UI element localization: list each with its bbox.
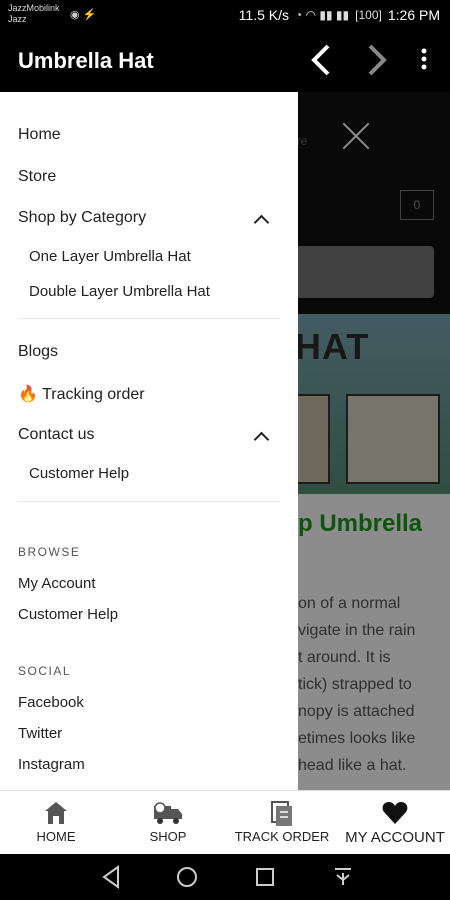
menu-item-home[interactable]: Home	[18, 126, 61, 144]
section-title-browse: BROWSE	[18, 545, 81, 559]
bottom-nav-track-order[interactable]: TRACK ORDER	[224, 791, 340, 855]
menu-item-contact-us[interactable]: Contact us	[18, 426, 94, 444]
menu-item-facebook[interactable]: Facebook	[18, 694, 84, 711]
bottom-navigation: HOME SHOP TRACK ORDER MY ACCOUNT	[0, 790, 450, 854]
navigation-drawer: Home Store Shop by Category One Layer Um…	[0, 92, 298, 790]
menu-item-instagram[interactable]: Instagram	[18, 756, 85, 773]
system-navigation-bar	[0, 854, 450, 900]
chevron-up-icon[interactable]	[254, 430, 268, 444]
notification-icons: ◉ ⚡	[70, 9, 97, 21]
system-back-icon[interactable]	[98, 864, 124, 890]
menu-item-my-account[interactable]: My Account	[18, 575, 96, 592]
menu-item-customer-help[interactable]: Customer Help	[18, 606, 118, 623]
forward-arrow-icon[interactable]	[364, 40, 390, 89]
bottom-nav-home[interactable]: HOME	[0, 791, 112, 855]
clock: 1:26 PM	[387, 7, 440, 23]
notification-pull-down-icon[interactable]	[330, 864, 356, 890]
menu-item-store[interactable]: Store	[18, 168, 56, 186]
status-indicators: 11.5 K/s ◔ ◠ ▮▮ ▮▮ [100] 1:26 PM	[239, 7, 440, 23]
chevron-up-icon[interactable]	[254, 213, 268, 227]
status-bar: JazzMobilink Jazz ◉ ⚡ 11.5 K/s ◔ ◠ ▮▮ ▮▮…	[0, 0, 450, 32]
system-home-icon[interactable]	[174, 864, 200, 890]
truck-icon	[154, 802, 182, 824]
signal-icons: ◔ ◠ ▮▮ ▮▮	[295, 8, 350, 22]
menu-item-shop-by-category[interactable]: Shop by Category	[18, 209, 146, 227]
network-speed: 11.5 K/s	[238, 7, 289, 23]
carrier-name: JazzMobilink Jazz	[8, 3, 60, 24]
system-recents-icon[interactable]	[252, 864, 278, 890]
app-title: Umbrella Hat	[18, 48, 154, 73]
menu-item-blogs[interactable]: Blogs	[18, 343, 58, 361]
battery-icon: [100]	[355, 8, 382, 22]
fire-icon: 🔥	[18, 386, 38, 403]
menu-item-twitter[interactable]: Twitter	[18, 725, 62, 742]
submenu-item-customer-help[interactable]: Customer Help	[29, 465, 129, 482]
bottom-nav-shop[interactable]: SHOP	[112, 791, 224, 855]
submenu-item-one-layer[interactable]: One Layer Umbrella Hat	[29, 248, 191, 265]
app-bar: Umbrella Hat	[0, 32, 450, 92]
bottom-nav-my-account[interactable]: MY ACCOUNT	[340, 791, 450, 855]
heart-icon	[382, 802, 408, 824]
more-options-icon[interactable]	[418, 44, 430, 81]
section-title-social: SOCIAL	[18, 664, 72, 678]
home-icon	[45, 802, 67, 824]
menu-item-tracking-order[interactable]: 🔥 Tracking order	[18, 384, 145, 404]
back-arrow-icon[interactable]	[308, 40, 334, 89]
submenu-item-double-layer[interactable]: Double Layer Umbrella Hat	[29, 283, 210, 300]
divider	[18, 501, 280, 502]
track-order-icon	[271, 801, 292, 826]
divider	[18, 318, 280, 319]
